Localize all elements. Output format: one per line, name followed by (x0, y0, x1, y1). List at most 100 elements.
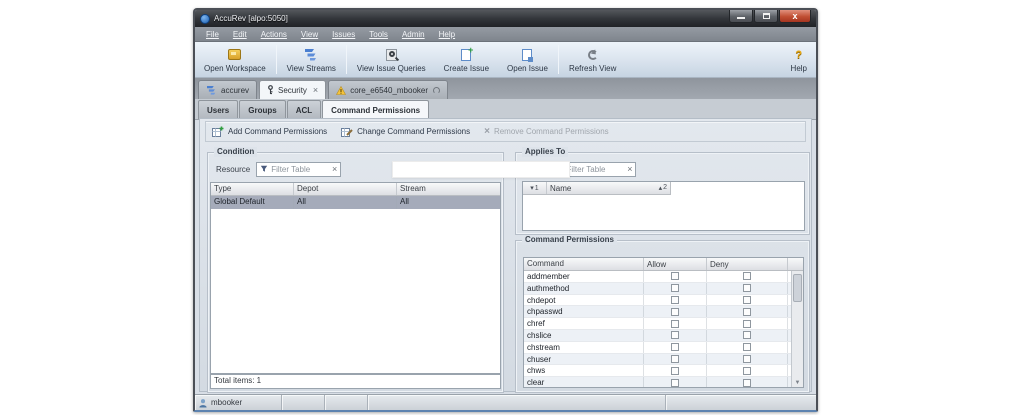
allow-checkbox[interactable] (671, 331, 679, 339)
command-row[interactable]: chpasswd (524, 306, 803, 318)
menu-actions[interactable]: Actions (254, 30, 294, 39)
deny-checkbox[interactable] (743, 367, 751, 375)
deny-checkbox[interactable] (743, 296, 751, 304)
menu-help[interactable]: Help (432, 30, 462, 39)
command-permissions-panel: Add Command Permissions Change Command P… (199, 118, 812, 392)
sort-order-column[interactable]: ▾ 1 (523, 182, 547, 194)
streams-icon (304, 48, 318, 62)
streams-icon (206, 86, 217, 95)
command-row[interactable]: chslice (524, 330, 803, 342)
column-type[interactable]: Type (211, 183, 294, 195)
view-streams-button[interactable]: View Streams (278, 42, 345, 77)
scroll-down-icon[interactable]: ▼ (792, 380, 803, 386)
key-icon (267, 85, 274, 95)
deny-checkbox[interactable] (743, 343, 751, 351)
sort-icon: ▾ (530, 184, 534, 192)
allow-checkbox[interactable] (671, 308, 679, 316)
allow-checkbox[interactable] (671, 296, 679, 304)
allow-checkbox[interactable] (671, 355, 679, 363)
view-issue-queries-button[interactable]: View Issue Queries (348, 42, 435, 77)
edit-icon (341, 126, 353, 137)
command-row[interactable]: chref (524, 318, 803, 330)
remove-command-permissions-button[interactable]: × Remove Command Permissions (484, 126, 609, 137)
allow-checkbox[interactable] (671, 320, 679, 328)
main-toolbar: Open Workspace View Streams View Issue Q… (195, 42, 816, 78)
command-row[interactable]: chuser (524, 354, 803, 366)
status-segment (325, 395, 368, 410)
deny-checkbox[interactable] (743, 308, 751, 316)
add-command-permissions-button[interactable]: Add Command Permissions (212, 126, 327, 137)
command-row[interactable]: addmember (524, 271, 803, 283)
view-tab-bar: accurev Security × core_e6540_mbooker (195, 78, 816, 99)
status-bar: mbooker (195, 394, 816, 410)
deny-checkbox[interactable] (743, 272, 751, 280)
tab-refresh-icon[interactable] (433, 87, 440, 94)
allow-checkbox[interactable] (671, 272, 679, 280)
allow-checkbox[interactable] (671, 284, 679, 292)
menu-file[interactable]: File (199, 30, 226, 39)
help-button[interactable]: ? Help (782, 42, 816, 77)
open-workspace-button[interactable]: Open Workspace (195, 42, 275, 77)
subtab-command-permissions[interactable]: Command Permissions (322, 100, 429, 119)
create-issue-button[interactable]: + Create Issue (435, 42, 498, 77)
minimize-button[interactable] (729, 10, 753, 23)
filter-clear-icon[interactable]: × (332, 165, 337, 174)
tab-close-icon[interactable]: × (313, 86, 318, 95)
condition-group-title: Condition (214, 147, 257, 157)
column-depot[interactable]: Depot (294, 183, 397, 195)
command-row[interactable]: clear (524, 377, 803, 388)
command-row[interactable]: chstream (524, 342, 803, 354)
condition-row-global-default[interactable]: Global Default All All (211, 196, 500, 209)
allow-checkbox[interactable] (671, 343, 679, 351)
deny-checkbox[interactable] (743, 355, 751, 363)
menu-view[interactable]: View (294, 30, 325, 39)
security-subtab-bar: Users Groups ACL Command Permissions (195, 99, 816, 120)
tab-security[interactable]: Security × (259, 80, 326, 99)
tab-core-workspace[interactable]: core_e6540_mbooker (328, 80, 448, 99)
column-deny[interactable]: Deny (707, 258, 788, 270)
subtab-groups[interactable]: Groups (239, 100, 285, 119)
open-issue-button[interactable]: Open Issue (498, 42, 557, 77)
condition-table: Type Depot Stream Global Default All All (210, 182, 501, 374)
refresh-view-button[interactable]: Refresh View (560, 42, 625, 77)
help-icon: ? (795, 49, 802, 61)
applies-to-table: ▾ 1 Name ▴ 2 (522, 181, 805, 231)
deny-checkbox[interactable] (743, 284, 751, 292)
total-items-status: Total items: 1 (210, 374, 501, 389)
condition-filter-input[interactable]: Filter Table × (256, 162, 341, 177)
user-icon (199, 398, 207, 408)
deny-checkbox[interactable] (743, 379, 751, 387)
menu-issues[interactable]: Issues (325, 30, 362, 39)
refresh-icon (588, 50, 598, 60)
issue-queries-icon (386, 49, 397, 61)
menu-admin[interactable]: Admin (395, 30, 432, 39)
command-row[interactable]: chws (524, 365, 803, 377)
subtab-acl[interactable]: ACL (287, 100, 321, 119)
applies-to-table-header: ▾ 1 Name ▴ 2 (523, 182, 671, 195)
title-bar: AccuRev [alpo:5050] x (195, 10, 816, 27)
column-name[interactable]: Name ▴ 2 (547, 182, 670, 194)
condition-group: Condition Resource Filter Table × Type D… (207, 152, 504, 393)
scrollbar-thumb[interactable] (793, 274, 802, 302)
column-stream[interactable]: Stream (397, 183, 500, 195)
maximize-button[interactable] (754, 10, 778, 23)
command-row[interactable]: chdepot (524, 295, 803, 307)
column-allow[interactable]: Allow (644, 258, 707, 270)
allow-checkbox[interactable] (671, 367, 679, 375)
change-command-permissions-button[interactable]: Change Command Permissions (341, 126, 470, 137)
subtab-users[interactable]: Users (198, 100, 238, 119)
allow-checkbox[interactable] (671, 379, 679, 387)
column-command[interactable]: Command (524, 258, 644, 270)
deny-checkbox[interactable] (743, 331, 751, 339)
deny-checkbox[interactable] (743, 320, 751, 328)
close-button[interactable]: x (779, 10, 811, 23)
menu-edit[interactable]: Edit (226, 30, 254, 39)
sort-icon: ▴ (659, 184, 663, 192)
filter-clear-icon[interactable]: × (627, 165, 632, 174)
vertical-scrollbar[interactable]: ▼ (791, 271, 803, 387)
menu-tools[interactable]: Tools (362, 30, 395, 39)
resource-label: Resource (216, 165, 250, 174)
minimize-icon (737, 17, 745, 19)
command-row[interactable]: authmethod (524, 283, 803, 295)
tab-accurev[interactable]: accurev (198, 80, 257, 99)
